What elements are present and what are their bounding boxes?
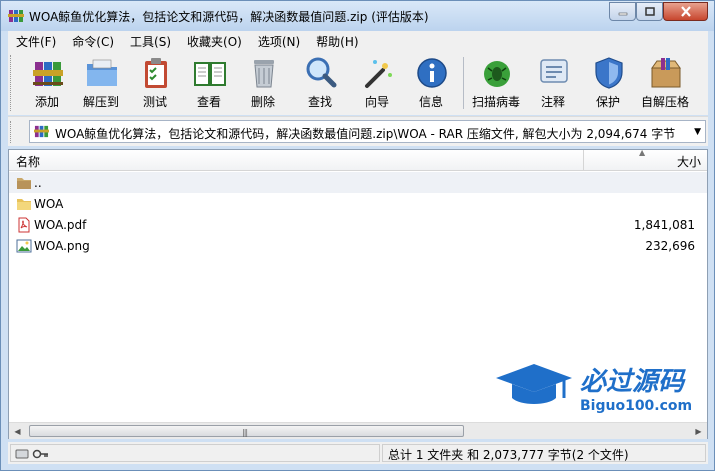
menu-favorites[interactable]: 收藏夹(O) xyxy=(179,33,250,50)
status-summary-segment: 总计 1 文件夹 和 2,073,777 字节(2 个文件) xyxy=(382,444,706,462)
scroll-thumb[interactable]: ||| xyxy=(29,425,464,437)
close-button[interactable] xyxy=(663,2,708,21)
trash-icon xyxy=(254,60,274,88)
watermark-url: Biguo100.com xyxy=(580,398,692,414)
test-button[interactable]: 测试 xyxy=(130,51,180,113)
column-size-header[interactable]: 大小 xyxy=(677,153,701,170)
image-file-icon xyxy=(16,239,32,253)
virus-scan-label: 扫描病毒 xyxy=(471,95,520,109)
drive-key-icon[interactable] xyxy=(15,448,49,460)
list-item[interactable]: WOA.png 232,696 xyxy=(9,235,707,256)
menu-command[interactable]: 命令(C) xyxy=(64,33,122,50)
archive-icon xyxy=(34,125,49,138)
menu-file[interactable]: 文件(F) xyxy=(8,33,64,50)
list-item[interactable]: WOA.pdf 1,841,081 xyxy=(9,214,707,235)
comment-button[interactable]: 注释 xyxy=(528,51,578,113)
sfx-box-icon xyxy=(651,58,681,88)
protect-label: 保护 xyxy=(595,95,620,109)
item-name: .. xyxy=(34,176,42,190)
test-label: 测试 xyxy=(142,95,167,109)
wizard-button[interactable]: 向导 xyxy=(352,51,402,113)
view-label: 查看 xyxy=(196,95,221,109)
close-icon xyxy=(680,6,691,17)
extract-to-label: 解压到 xyxy=(82,95,119,109)
status-bar: 总计 1 文件夹 和 2,073,777 字节(2 个文件) xyxy=(8,442,708,464)
test-icon xyxy=(145,58,167,88)
menu-help[interactable]: 帮助(H) xyxy=(308,33,366,50)
magnifier-icon xyxy=(306,57,337,88)
address-text: WOA鲸鱼优化算法，包括论文和源代码，解决函数最值问题.zip\WOA - RA… xyxy=(55,127,676,141)
extract-to-button[interactable]: 解压到 xyxy=(76,51,126,113)
scroll-left-icon[interactable]: ◀ xyxy=(9,423,26,439)
window-controls xyxy=(609,2,708,21)
window-title: WOA鲸鱼优化算法，包括论文和源代码，解决函数最值问题.zip (评估版本) xyxy=(29,10,429,24)
info-label: 信息 xyxy=(418,95,443,109)
maximize-button[interactable] xyxy=(636,2,663,21)
menu-tools[interactable]: 工具(S) xyxy=(122,33,179,50)
sfx-label: 自解压格 xyxy=(640,95,689,109)
address-grip[interactable] xyxy=(10,121,13,143)
item-name: WOA xyxy=(34,197,64,211)
virus-scan-icon xyxy=(484,61,510,87)
list-item[interactable]: .. xyxy=(9,172,707,193)
delete-button[interactable]: 删除 xyxy=(238,51,288,113)
file-list: 名称 ▲ 大小 .. WOA WOA.pdf 1,841,081 WOA.png… xyxy=(8,148,708,439)
wizard-wand-icon xyxy=(365,60,392,88)
find-label: 查找 xyxy=(307,95,332,109)
menu-options[interactable]: 选项(N) xyxy=(250,33,308,50)
chevron-down-icon[interactable]: ▼ xyxy=(694,127,701,137)
item-name: WOA.pdf xyxy=(34,218,87,232)
info-button[interactable]: 信息 xyxy=(406,51,456,113)
graduation-cap-icon xyxy=(496,364,572,392)
virus-scan-button[interactable]: 扫描病毒 xyxy=(471,51,521,113)
address-bar: WOA鲸鱼优化算法，包括论文和源代码，解决函数最值问题.zip\WOA - RA… xyxy=(8,116,708,146)
menu-bar: 文件(F) 命令(C) 工具(S) 收藏夹(O) 选项(N) 帮助(H) xyxy=(8,31,708,51)
view-button[interactable]: 查看 xyxy=(184,51,234,113)
delete-label: 删除 xyxy=(250,95,275,109)
watermark-logo: 必过源码 Biguo100.com xyxy=(496,364,692,414)
column-name-header[interactable]: 名称 xyxy=(16,153,40,170)
minimize-icon xyxy=(618,12,627,15)
scroll-right-icon[interactable]: ▶ xyxy=(690,423,707,439)
protect-button[interactable]: 保护 xyxy=(583,51,633,113)
toolbar-grip[interactable] xyxy=(10,55,13,111)
item-size: 232,696 xyxy=(645,239,695,253)
shield-icon xyxy=(595,57,623,89)
parent-folder-icon xyxy=(17,178,31,189)
toolbar: 添加 解压到 测试 查看 删除 查找 向导 信息 扫描病毒 注释 保护 自解压格 xyxy=(8,51,708,115)
info-icon xyxy=(417,58,447,88)
grip-icon: ||| xyxy=(242,428,248,437)
folder-icon xyxy=(17,199,31,210)
watermark-title: 必过源码 xyxy=(580,367,686,397)
pdf-file-icon xyxy=(18,217,30,233)
wizard-label: 向导 xyxy=(364,95,389,109)
add-archive-icon xyxy=(33,62,63,86)
horizontal-scrollbar[interactable]: ◀ ||| ▶ xyxy=(9,422,707,439)
extract-to-icon xyxy=(87,59,117,86)
status-summary: 总计 1 文件夹 和 2,073,777 字节(2 个文件) xyxy=(388,448,629,462)
maximize-icon xyxy=(644,7,655,16)
title-bar: WOA鲸鱼优化算法，包括论文和源代码，解决函数最值问题.zip (评估版本) xyxy=(1,1,714,31)
view-book-icon xyxy=(194,62,226,86)
list-item[interactable]: WOA xyxy=(9,193,707,214)
column-divider[interactable] xyxy=(583,150,584,171)
item-name: WOA.png xyxy=(34,239,90,253)
sfx-button[interactable]: 自解压格 xyxy=(640,51,690,113)
comment-icon xyxy=(540,59,568,83)
comment-label: 注释 xyxy=(540,95,565,109)
status-drive-segment xyxy=(10,444,380,462)
minimize-button[interactable] xyxy=(609,2,636,21)
add-label: 添加 xyxy=(34,95,59,109)
winrar-app-icon xyxy=(8,10,24,22)
toolbar-separator xyxy=(463,57,464,109)
address-path-box[interactable]: WOA鲸鱼优化算法，包括论文和源代码，解决函数最值问题.zip\WOA - RA… xyxy=(29,120,706,143)
find-button[interactable]: 查找 xyxy=(295,51,345,113)
winrar-window: WOA鲸鱼优化算法，包括论文和源代码，解决函数最值问题.zip (评估版本) 文… xyxy=(0,0,715,471)
list-header: 名称 ▲ 大小 xyxy=(9,148,707,171)
sort-arrow-icon: ▲ xyxy=(639,148,646,157)
add-button[interactable]: 添加 xyxy=(22,51,72,113)
item-size: 1,841,081 xyxy=(633,218,695,232)
